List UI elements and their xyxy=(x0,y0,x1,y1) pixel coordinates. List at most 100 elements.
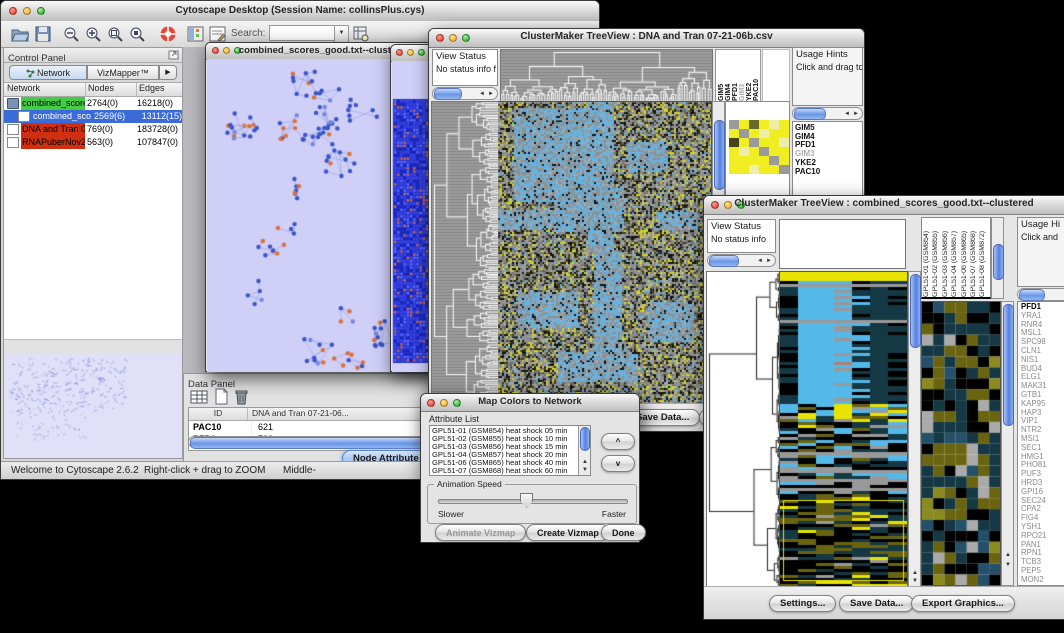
zoom-matrix-cell[interactable] xyxy=(729,156,739,165)
zoom-matrix-cell[interactable] xyxy=(769,165,779,174)
zoom-matrix-cell[interactable] xyxy=(749,138,759,147)
zoom-matrix-cell[interactable] xyxy=(779,138,789,147)
zoom-matrix-cell[interactable] xyxy=(749,129,759,138)
zoom-in-icon[interactable] xyxy=(85,26,102,43)
zoom-matrix-cell[interactable] xyxy=(779,165,789,174)
zoom-matrix-cell[interactable] xyxy=(769,138,779,147)
zoom-matrix-cell[interactable] xyxy=(769,156,779,165)
zoom-matrix-cell[interactable] xyxy=(739,156,749,165)
birdseye-overview[interactable] xyxy=(5,354,181,458)
column-dendrogram-area[interactable] xyxy=(779,219,906,269)
minimize-button[interactable] xyxy=(407,49,414,56)
usage-hints-hscrollbar[interactable]: ◄► xyxy=(792,107,863,120)
zoom-button[interactable] xyxy=(418,49,425,56)
zoom-out-icon[interactable] xyxy=(63,26,80,43)
zoom-matrix-cell[interactable] xyxy=(769,129,779,138)
settings-button[interactable]: Settings... xyxy=(769,595,836,612)
zoom-matrix-cell[interactable] xyxy=(759,129,769,138)
scroll-down-icon[interactable]: ▼ xyxy=(912,578,918,585)
network-row[interactable]: DNA and Tran 07769(0)183728(0) xyxy=(4,123,182,136)
expression-heatmap[interactable] xyxy=(779,271,908,588)
save-icon[interactable] xyxy=(35,26,51,42)
move-up-button[interactable]: ^ xyxy=(601,433,635,450)
zoom-matrix-cell[interactable] xyxy=(769,147,779,156)
row-dendrogram[interactable] xyxy=(431,101,500,406)
new-attribute-icon[interactable] xyxy=(214,388,229,405)
attribute-list-item[interactable]: GPL51-07 (GSM868) heat shock 60 min xyxy=(432,467,588,475)
zoom-matrix-cell[interactable] xyxy=(739,129,749,138)
column-dendrogram[interactable] xyxy=(500,49,713,103)
create-vizmap-button[interactable]: Create Vizmap xyxy=(526,524,610,541)
scroll-up-icon[interactable]: ▲ xyxy=(912,570,918,577)
data-col-id[interactable]: ID xyxy=(189,408,248,420)
save-data-button[interactable]: Save Data... xyxy=(839,595,914,612)
zoom-matrix-cell[interactable] xyxy=(749,120,759,129)
scroll-up-icon[interactable]: ▲ xyxy=(1005,552,1011,559)
view-status-hscrollbar[interactable]: ◄► xyxy=(707,254,776,267)
zoom-matrix-cell[interactable] xyxy=(759,138,769,147)
open-file-icon[interactable] xyxy=(11,26,29,42)
column-labels-vscrollbar[interactable] xyxy=(991,217,1004,299)
zoom-matrix-cell[interactable] xyxy=(749,156,759,165)
col-network[interactable]: Network xyxy=(4,83,86,96)
network-row[interactable]: combined_scores2764(0)16218(0) xyxy=(4,97,182,110)
zoom-matrix-cell[interactable] xyxy=(749,147,759,156)
annotation-panel-icon[interactable] xyxy=(209,26,226,42)
col-edges[interactable]: Edges xyxy=(137,83,182,96)
zoom-matrix-cell[interactable] xyxy=(779,129,789,138)
zoom-matrix-cell[interactable] xyxy=(779,120,789,129)
zoom-one-to-one-icon[interactable] xyxy=(107,26,124,43)
similarity-heatmap[interactable] xyxy=(498,101,712,406)
search-dropdown-button[interactable]: ▼ xyxy=(334,25,349,43)
zoom-matrix-cell[interactable] xyxy=(739,120,749,129)
search-config-icon[interactable] xyxy=(353,26,370,42)
view-status-hscrollbar[interactable]: ◄► xyxy=(432,87,498,100)
zoom-matrix-cell[interactable] xyxy=(739,165,749,174)
zoom-vscrollbar[interactable]: ▲ ▼ xyxy=(1001,301,1014,586)
done-button[interactable]: Done xyxy=(601,524,646,541)
zoom-matrix-cell[interactable] xyxy=(779,147,789,156)
row-dendrogram[interactable] xyxy=(706,271,780,588)
zoom-heatmap[interactable] xyxy=(921,301,1001,586)
scroll-down-icon[interactable]: ▼ xyxy=(582,467,588,474)
cytopanel-layout-icon[interactable] xyxy=(187,26,204,42)
zoom-matrix-cell[interactable] xyxy=(759,147,769,156)
tab-network[interactable]: Network xyxy=(9,65,87,80)
zoom-matrix-cell[interactable] xyxy=(729,165,739,174)
attribute-listbox[interactable]: GPL51-01 (GSM854) heat shock 05 minGPL51… xyxy=(429,425,591,476)
help-lifesaver-icon[interactable] xyxy=(159,25,177,43)
zoom-matrix-cell[interactable] xyxy=(729,147,739,156)
network-row[interactable]: RNAPuberNov2+|563(0)107847(0) xyxy=(4,136,182,149)
scroll-down-icon[interactable]: ▼ xyxy=(1005,562,1011,569)
animate-vizmap-button[interactable]: Animate Vizmap xyxy=(435,524,526,541)
zoom-matrix-cell[interactable] xyxy=(739,138,749,147)
delete-attribute-icon[interactable] xyxy=(234,388,249,405)
network-row[interactable]: combined_sco2569(6)13112(15) xyxy=(4,110,182,123)
search-input[interactable] xyxy=(269,25,337,41)
tab-overflow-button[interactable]: ▶ xyxy=(159,65,177,80)
zoom-selected-icon[interactable] xyxy=(129,26,146,43)
speed-slider-thumb[interactable] xyxy=(520,493,533,508)
zoom-matrix-cell[interactable] xyxy=(759,156,769,165)
zoom-matrix-cell[interactable] xyxy=(749,165,759,174)
zoom-matrix-cell[interactable] xyxy=(769,120,779,129)
tab-vizmapper[interactable]: VizMapper™ xyxy=(87,65,159,80)
main-titlebar[interactable]: Cytoscape Desktop (Session Name: collins… xyxy=(1,1,599,22)
export-graphics-button[interactable]: Export Graphics... xyxy=(911,595,1015,612)
scroll-up-icon[interactable]: ▲ xyxy=(582,459,588,466)
zoom-matrix-cell[interactable] xyxy=(759,165,769,174)
zoom-matrix[interactable] xyxy=(729,120,789,174)
move-down-button[interactable]: v xyxy=(601,455,635,472)
zoom-matrix-cell[interactable] xyxy=(729,138,739,147)
usage-hints-hscrollbar[interactable] xyxy=(1017,288,1064,301)
zoom-matrix-cell[interactable] xyxy=(729,120,739,129)
zoom-matrix-cell[interactable] xyxy=(729,129,739,138)
float-panel-icon[interactable] xyxy=(168,50,179,60)
zoom-matrix-cell[interactable] xyxy=(739,147,749,156)
close-button[interactable] xyxy=(396,49,403,56)
speed-slider[interactable] xyxy=(438,499,628,504)
table-icon[interactable] xyxy=(190,389,208,405)
heatmap-vscrollbar[interactable]: ▲ ▼ xyxy=(908,271,921,588)
zoom-matrix-cell[interactable] xyxy=(759,120,769,129)
zoom-matrix-cell[interactable] xyxy=(779,156,789,165)
